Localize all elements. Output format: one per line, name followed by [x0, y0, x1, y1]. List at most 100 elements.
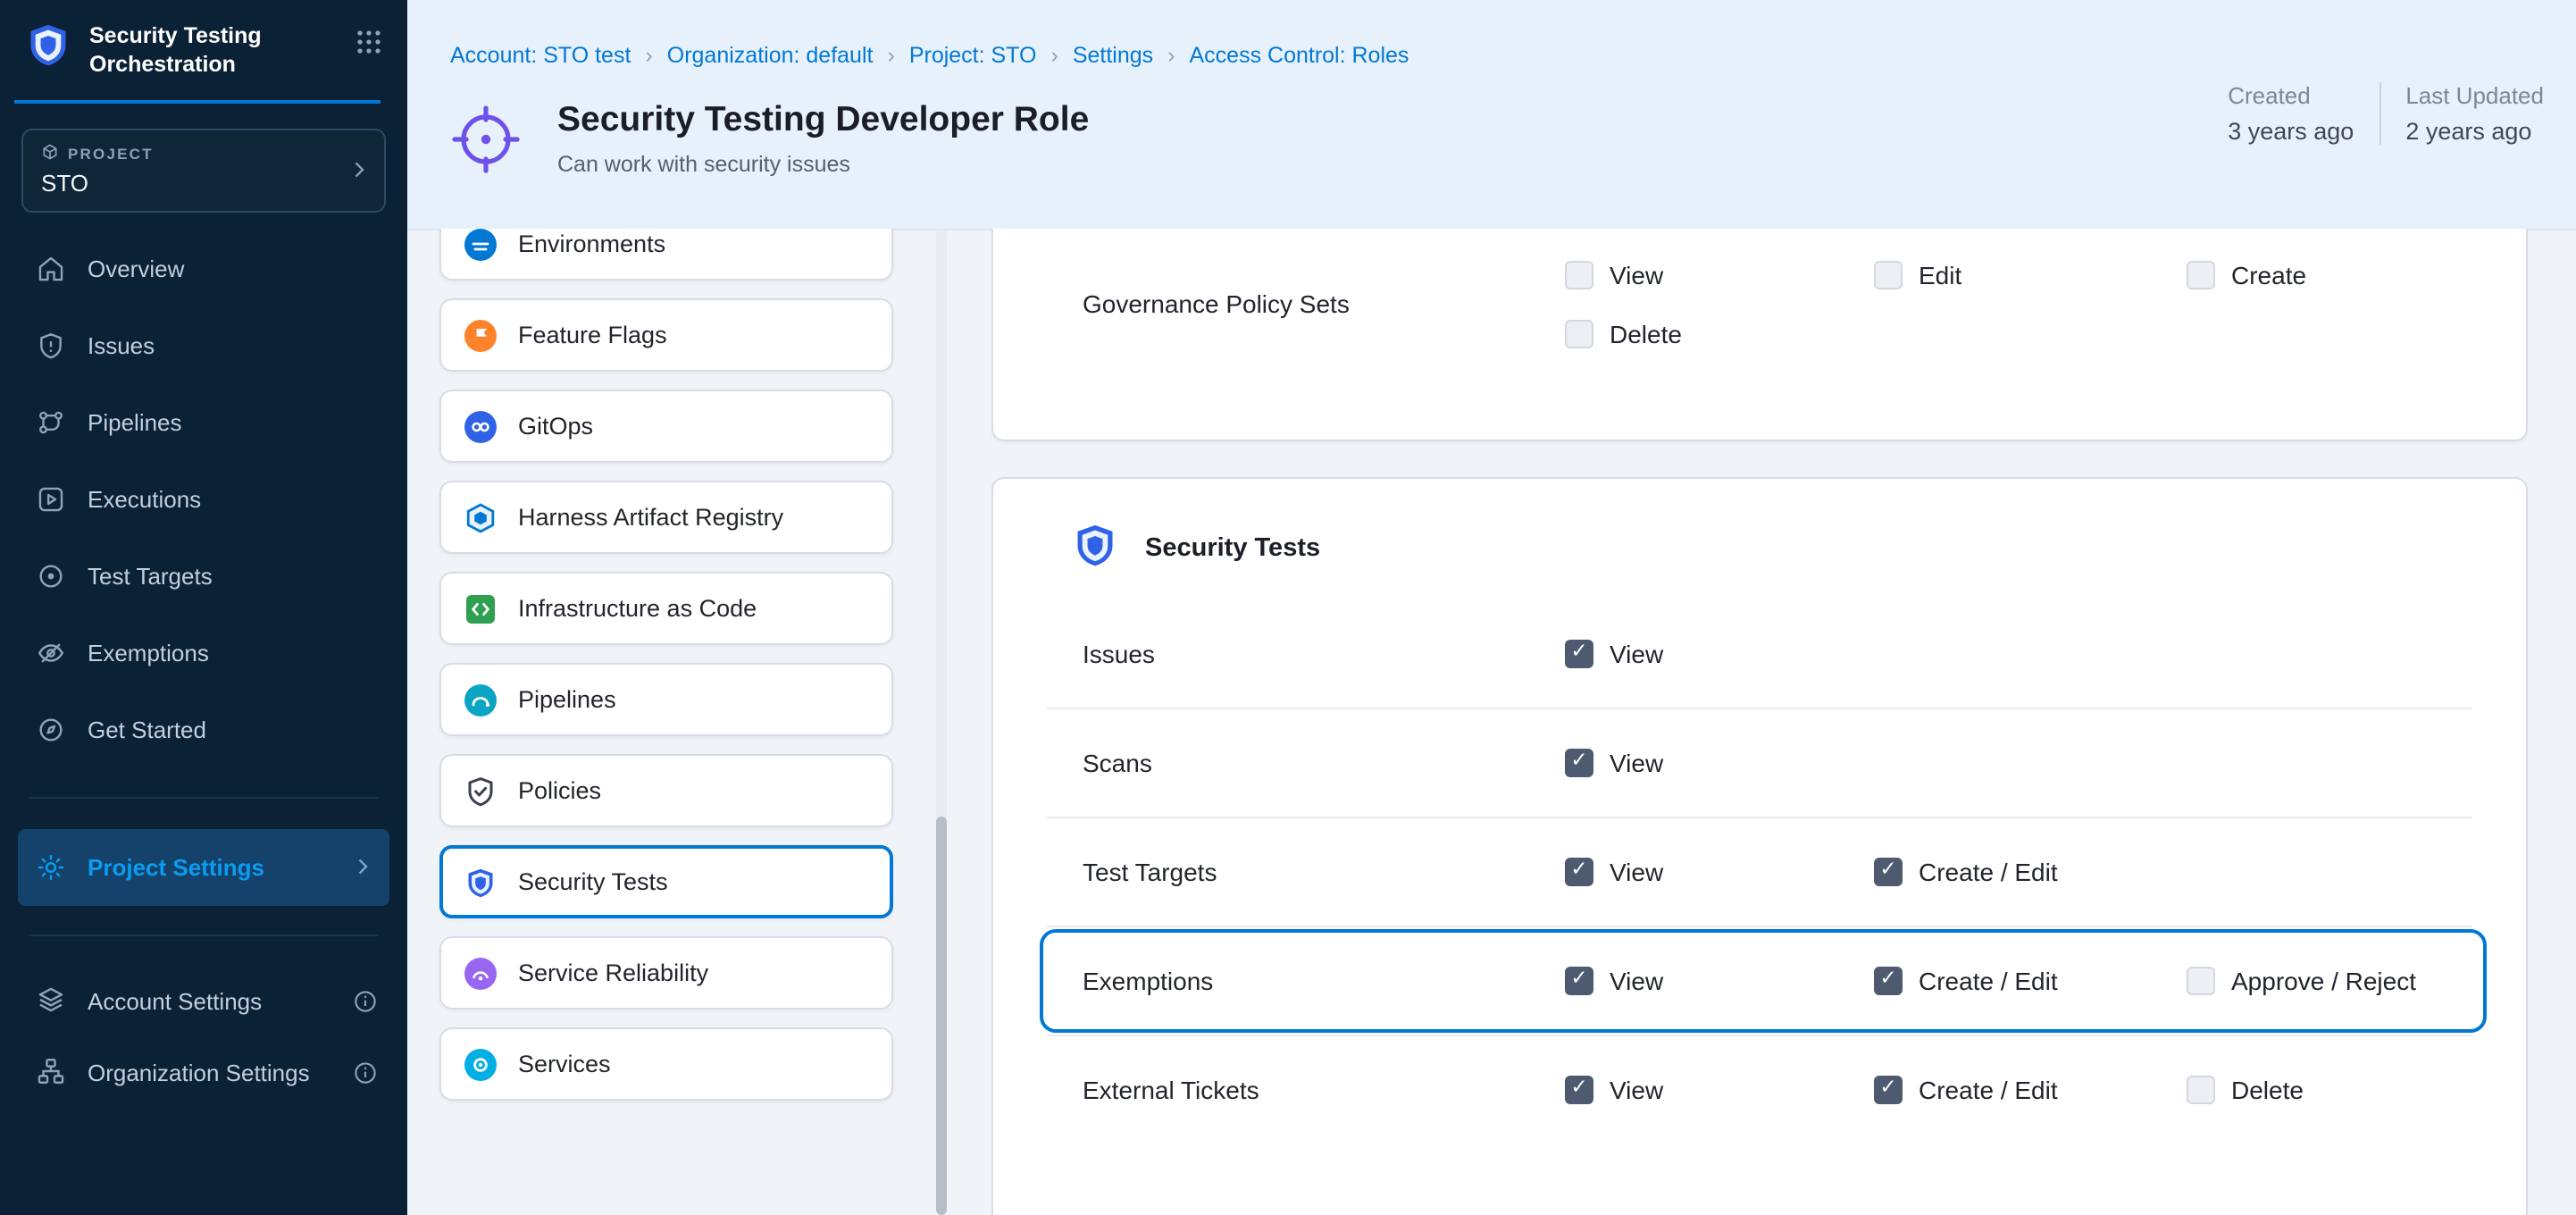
- sidebar-item-account-settings[interactable]: Account Settings: [0, 966, 407, 1037]
- checkbox-label: Create / Edit: [1919, 967, 2058, 995]
- checkbox-issues-view[interactable]: View: [1565, 640, 1663, 668]
- content-area: Environments Feature Flags GitOps Harnes…: [407, 229, 2576, 1215]
- resource-item-services[interactable]: Services: [439, 1027, 893, 1101]
- resource-item-feature-flags[interactable]: Feature Flags: [439, 298, 893, 372]
- checkbox[interactable]: [1565, 640, 1593, 668]
- sidebar-item-get-started[interactable]: Get Started: [0, 691, 407, 767]
- checkbox[interactable]: [1874, 967, 1903, 995]
- resource-item-pipelines[interactable]: Pipelines: [439, 663, 893, 736]
- checkbox-scans-view[interactable]: View: [1565, 749, 1663, 777]
- sidebar-item-project-settings[interactable]: Project Settings: [18, 828, 389, 905]
- checkbox[interactable]: [1874, 858, 1903, 886]
- checkbox-exemptions-create-edit[interactable]: Create / Edit: [1874, 967, 2058, 995]
- permission-rows: Issues View Scans View: [993, 600, 2526, 1144]
- sidebar-item-executions[interactable]: Executions: [0, 460, 407, 537]
- breadcrumb-account[interactable]: Account: STO test: [450, 43, 631, 68]
- resource-label: Infrastructure as Code: [518, 595, 757, 622]
- resource-item-security-tests[interactable]: Security Tests: [439, 845, 893, 918]
- checkbox-test-targets-view[interactable]: View: [1565, 858, 1663, 886]
- checkbox-label: Delete: [2231, 1076, 2304, 1104]
- checkbox[interactable]: [1565, 967, 1593, 995]
- security-tests-card-header: Security Tests: [993, 479, 2526, 575]
- role-crosshair-icon: [450, 104, 522, 175]
- resource-item-environments[interactable]: Environments: [439, 229, 893, 281]
- checkbox-label: Create / Edit: [1919, 858, 2058, 886]
- checkbox-governance-view[interactable]: View: [1565, 261, 1663, 289]
- checkbox-exemptions-approve-reject[interactable]: Approve / Reject: [2187, 967, 2416, 995]
- checkbox-test-targets-create-edit[interactable]: Create / Edit: [1874, 858, 2058, 886]
- resource-item-policies[interactable]: Policies: [439, 754, 893, 827]
- sidebar-divider: [29, 934, 379, 935]
- project-selector[interactable]: PROJECT STO: [21, 128, 386, 212]
- resource-item-infrastructure-as-code[interactable]: Infrastructure as Code: [439, 572, 893, 645]
- accent-underline: [14, 99, 381, 103]
- resource-item-gitops[interactable]: GitOps: [439, 390, 893, 463]
- resource-item-harness-artifact-registry[interactable]: Harness Artifact Registry: [439, 481, 893, 554]
- target-icon: [36, 560, 66, 591]
- breadcrumb-settings[interactable]: Settings: [1073, 43, 1153, 68]
- info-icon[interactable]: [352, 1060, 379, 1086]
- resource-list: Environments Feature Flags GitOps Harnes…: [439, 229, 893, 1101]
- info-icon[interactable]: [352, 988, 379, 1015]
- checkbox-label: Create / Edit: [1919, 1076, 2058, 1104]
- app-header: Security Testing Orchestration: [0, 0, 407, 94]
- gitops-icon: [464, 410, 497, 442]
- chevron-right-icon: [350, 854, 375, 879]
- sidebar: Security Testing Orchestration PROJECT S…: [0, 0, 407, 1215]
- checkbox-label: View: [1610, 261, 1663, 289]
- pipelines-resource-icon: [464, 683, 497, 716]
- checkbox-label: View: [1610, 858, 1663, 886]
- checkbox[interactable]: [1565, 858, 1593, 886]
- checkbox[interactable]: [1874, 1076, 1903, 1104]
- checkbox[interactable]: [2187, 967, 2215, 995]
- breadcrumb-access-control-roles[interactable]: Access Control: Roles: [1190, 43, 1409, 68]
- project-label: PROJECT: [68, 144, 154, 162]
- sidebar-item-pipelines[interactable]: Pipelines: [0, 383, 407, 460]
- checkbox-governance-create[interactable]: Create: [2187, 261, 2306, 289]
- checkbox-label: Approve / Reject: [2231, 967, 2416, 995]
- checkbox-external-tickets-delete[interactable]: Delete: [2187, 1076, 2304, 1104]
- security-tests-shield-icon: [1072, 522, 1118, 575]
- resource-label: Environments: [518, 230, 665, 257]
- breadcrumb-organization[interactable]: Organization: default: [667, 43, 874, 68]
- sidebar-item-label: Account Settings: [88, 988, 262, 1015]
- artifact-registry-icon: [464, 501, 497, 533]
- checkbox-governance-delete[interactable]: Delete: [1565, 320, 1682, 348]
- app-switcher-icon[interactable]: [355, 29, 382, 55]
- checkbox[interactable]: [1565, 749, 1593, 777]
- breadcrumb-project[interactable]: Project: STO: [909, 43, 1037, 68]
- sidebar-item-label: Project Settings: [88, 853, 264, 880]
- resource-label: Harness Artifact Registry: [518, 504, 783, 531]
- sidebar-item-label: Exemptions: [88, 639, 209, 666]
- eye-off-icon: [36, 637, 66, 667]
- sidebar-item-label: Issues: [88, 331, 155, 358]
- checkbox-exemptions-view[interactable]: View: [1565, 967, 1663, 995]
- checkbox[interactable]: [2187, 1076, 2215, 1104]
- sidebar-item-issues[interactable]: Issues: [0, 306, 407, 383]
- checkbox-label: View: [1610, 967, 1663, 995]
- checkbox[interactable]: [1874, 261, 1903, 289]
- sidebar-item-organization-settings[interactable]: Organization Settings: [0, 1037, 407, 1109]
- security-tests-card: Security Tests Issues View Scans: [991, 477, 2528, 1215]
- layers-icon: [36, 984, 66, 1019]
- checkbox-governance-edit[interactable]: Edit: [1874, 261, 1961, 289]
- checkbox-external-tickets-view[interactable]: View: [1565, 1076, 1663, 1104]
- checkbox[interactable]: [1565, 261, 1593, 289]
- feature-flags-icon: [464, 319, 497, 351]
- checkbox[interactable]: [2187, 261, 2215, 289]
- checkbox[interactable]: [1565, 320, 1593, 348]
- scrollbar-thumb[interactable]: [936, 817, 947, 1215]
- breadcrumb-separator: ›: [645, 43, 652, 68]
- sidebar-item-test-targets[interactable]: Test Targets: [0, 537, 407, 614]
- permission-row-external-tickets: External Tickets View Create / Edit: [993, 1036, 2526, 1144]
- permission-row-issues: Issues View: [993, 600, 2526, 708]
- project-name: STO: [41, 169, 366, 196]
- breadcrumb: Account: STO test › Organization: defaul…: [450, 43, 1409, 68]
- sidebar-item-exemptions[interactable]: Exemptions: [0, 614, 407, 691]
- checkbox-external-tickets-create-edit[interactable]: Create / Edit: [1874, 1076, 2058, 1104]
- resource-item-service-reliability[interactable]: Service Reliability: [439, 936, 893, 1010]
- resource-label: Services: [518, 1051, 611, 1077]
- sidebar-item-overview[interactable]: Overview: [0, 230, 407, 306]
- pipelines-icon: [36, 406, 66, 437]
- checkbox[interactable]: [1565, 1076, 1593, 1104]
